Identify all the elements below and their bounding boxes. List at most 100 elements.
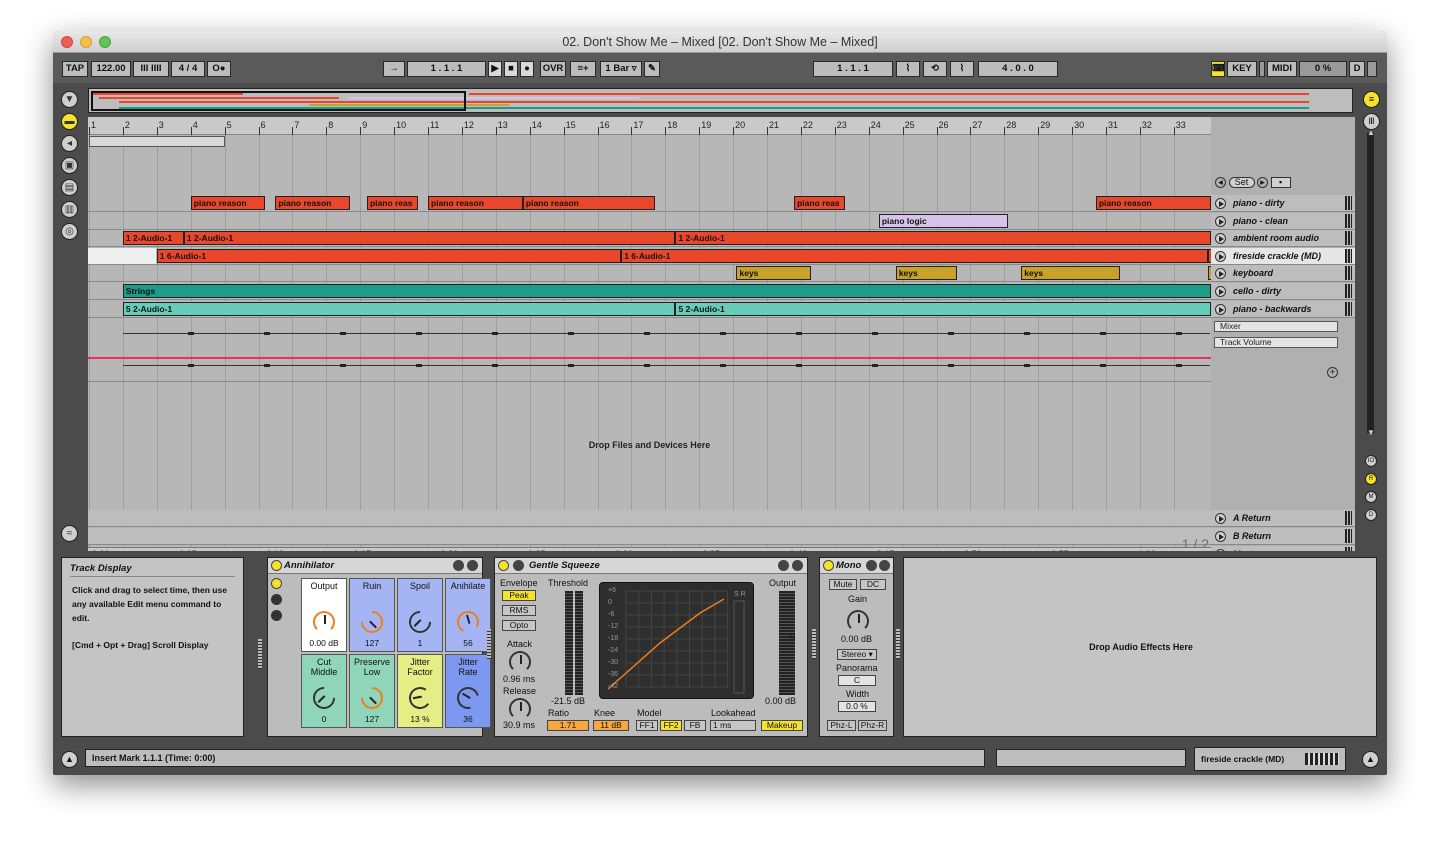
clip[interactable]: 1 6-Audio-1 xyxy=(621,248,1208,263)
output-slider-icon[interactable]: ◁ xyxy=(788,631,795,642)
io-toggle[interactable]: IO xyxy=(1365,455,1377,467)
device-divider-3[interactable] xyxy=(896,629,900,659)
minimize-window-button[interactable] xyxy=(80,36,92,48)
track-fold-icon[interactable] xyxy=(1215,215,1226,227)
macro-knob[interactable] xyxy=(308,682,340,714)
envelope-breakpoint[interactable] xyxy=(1024,332,1030,335)
macro-knob[interactable] xyxy=(452,682,484,714)
macro-knob[interactable] xyxy=(454,608,482,636)
envelope-breakpoint[interactable] xyxy=(948,332,954,335)
time-signature-field[interactable]: 4 / 4 xyxy=(171,61,205,77)
hot-swap-icon[interactable] xyxy=(866,560,877,571)
track-fold-icon[interactable] xyxy=(1215,513,1226,524)
lookahead-dropdown[interactable]: 1 ms xyxy=(710,720,756,731)
macro-cell[interactable]: Spoil 1 xyxy=(397,578,443,652)
clip[interactable]: piano reason xyxy=(275,196,351,210)
track-fold-icon[interactable] xyxy=(1215,286,1226,297)
automation-parameter-select[interactable]: Track Volume xyxy=(1214,337,1338,348)
envelope-breakpoint[interactable] xyxy=(720,364,726,367)
next-locator-icon[interactable]: ▸ xyxy=(1257,177,1269,188)
loop-length-field[interactable]: 4 . 0 . 0 xyxy=(978,61,1058,77)
power-icon[interactable] xyxy=(823,560,834,571)
track-lane[interactable]: 1 6-Audio-11 6-Audio-11 6-Au xyxy=(88,247,1212,265)
midi-map-indicator[interactable]: ⌨ xyxy=(1211,61,1225,77)
phase-right-button[interactable]: Phz-R xyxy=(858,720,887,731)
threshold-slider-icon[interactable]: ◁ xyxy=(575,624,582,635)
lock-icon[interactable]: ▪ xyxy=(1270,177,1291,188)
clip[interactable]: keys xyxy=(895,266,957,281)
envelope-breakpoint[interactable] xyxy=(568,332,574,335)
set-locator-button[interactable]: Set xyxy=(1228,177,1255,188)
macro-cell[interactable]: Anihilate 56 xyxy=(445,578,491,652)
save-preset-icon[interactable] xyxy=(792,560,803,571)
audio-effects-drop-zone[interactable]: Drop Audio Effects Here xyxy=(903,557,1377,737)
info-view-toggle[interactable]: ▲ xyxy=(61,751,78,768)
envelope-breakpoint[interactable] xyxy=(568,364,574,367)
clip[interactable]: keys xyxy=(1021,266,1120,281)
track-fold-icon[interactable] xyxy=(1215,250,1226,262)
places-button[interactable]: ▤ xyxy=(61,179,78,196)
session-view-toggle[interactable]: ≡ xyxy=(1363,91,1380,108)
envelope-breakpoint[interactable] xyxy=(872,364,878,367)
envelope-breakpoint[interactable] xyxy=(1176,332,1182,335)
scroll-up-icon[interactable]: ▲ xyxy=(1367,129,1375,139)
drop-files-zone[interactable]: Drop Files and Devices Here xyxy=(88,382,1211,510)
mute-button[interactable]: Mute xyxy=(829,579,857,590)
arrangement-position-field[interactable]: 1 . 1 . 1 xyxy=(407,61,486,77)
arrangement-view[interactable]: 1 2 3 4 5 6 7 8 9 10 11 12 13 14 15 16 17 18 19 20 21 22 23 24 2… xyxy=(88,117,1258,552)
live-devices-button[interactable]: ◂ xyxy=(61,135,78,152)
automation-device-select[interactable]: Mixer xyxy=(1214,321,1338,332)
clip[interactable]: piano logic xyxy=(878,213,1008,228)
compressor-curve-display[interactable]: +6 0 -6 -12 -18 -24 -30 -36 -42 S R xyxy=(599,582,754,699)
clip[interactable]: Strings xyxy=(122,284,1211,298)
loop-brace[interactable] xyxy=(89,136,225,147)
envelope-breakpoint[interactable] xyxy=(492,364,498,367)
rms-button[interactable]: RMS xyxy=(502,605,536,616)
stereo-mode-dropdown[interactable]: Stereo ▾ xyxy=(837,649,877,660)
automation-lane[interactable] xyxy=(88,301,1258,382)
knee-field[interactable]: 11 dB xyxy=(593,720,629,731)
fold-icon[interactable] xyxy=(513,560,524,571)
attack-knob[interactable] xyxy=(509,651,531,673)
track-lane[interactable]: piano reason piano reason piano reas piano … xyxy=(88,195,1211,212)
overview-toggle-button[interactable]: ▬ xyxy=(61,113,78,130)
envelope-breakpoint[interactable] xyxy=(492,332,498,335)
clip[interactable]: 1 2-Audio-1 xyxy=(122,231,184,246)
macro-cell[interactable]: Preserve Low 127 xyxy=(349,654,395,728)
punch-out-button[interactable]: ⌇ xyxy=(950,61,974,77)
device-divider-1[interactable] xyxy=(487,629,491,659)
ff1-button[interactable]: FF1 xyxy=(636,720,658,731)
envelope-breakpoint[interactable] xyxy=(340,364,346,367)
envelope-breakpoint[interactable] xyxy=(188,332,194,335)
macro-knob[interactable] xyxy=(356,682,388,714)
clip[interactable]: piano reason xyxy=(1095,196,1211,210)
track-lane[interactable]: keyskeyskeyskeys xyxy=(88,265,1212,283)
envelope-breakpoint[interactable] xyxy=(264,364,270,367)
return-lane-a[interactable] xyxy=(88,510,1211,527)
envelope-breakpoint[interactable] xyxy=(796,332,802,335)
track-fold-icon[interactable] xyxy=(1215,303,1226,315)
peak-button[interactable]: Peak xyxy=(502,590,536,601)
track-header[interactable]: fireside crackle (MD) xyxy=(1211,247,1355,265)
hot-swap-icon[interactable] xyxy=(778,560,789,571)
loop-switch-button[interactable]: ⟲ xyxy=(923,61,947,77)
makeup-button[interactable]: Makeup xyxy=(761,720,803,731)
macro-knob[interactable] xyxy=(356,606,388,638)
macro-knob[interactable] xyxy=(313,611,335,633)
scroll-down-icon[interactable]: ▼ xyxy=(1367,429,1375,439)
envelope-breakpoint[interactable] xyxy=(720,332,726,335)
return-header[interactable]: A Return xyxy=(1211,510,1355,527)
delay-toggle[interactable]: D xyxy=(1365,509,1377,521)
track-fold-icon[interactable] xyxy=(1215,198,1226,209)
macro-list-icon[interactable] xyxy=(271,594,282,605)
track-fold-icon[interactable] xyxy=(1215,268,1226,280)
automation-arm-button[interactable]: ≡+ xyxy=(570,61,596,77)
arrangement-overview[interactable] xyxy=(88,88,1353,113)
envelope-breakpoint[interactable] xyxy=(796,364,802,367)
track-lane[interactable]: piano logic xyxy=(88,213,1211,230)
plugins-button[interactable]: ▣ xyxy=(61,157,78,174)
envelope-breakpoint[interactable] xyxy=(1100,332,1106,335)
width-field[interactable]: 0.0 % xyxy=(838,701,876,712)
track-header[interactable]: cello - dirty xyxy=(1211,283,1355,300)
tempo-field[interactable]: 122.00 xyxy=(91,61,131,77)
